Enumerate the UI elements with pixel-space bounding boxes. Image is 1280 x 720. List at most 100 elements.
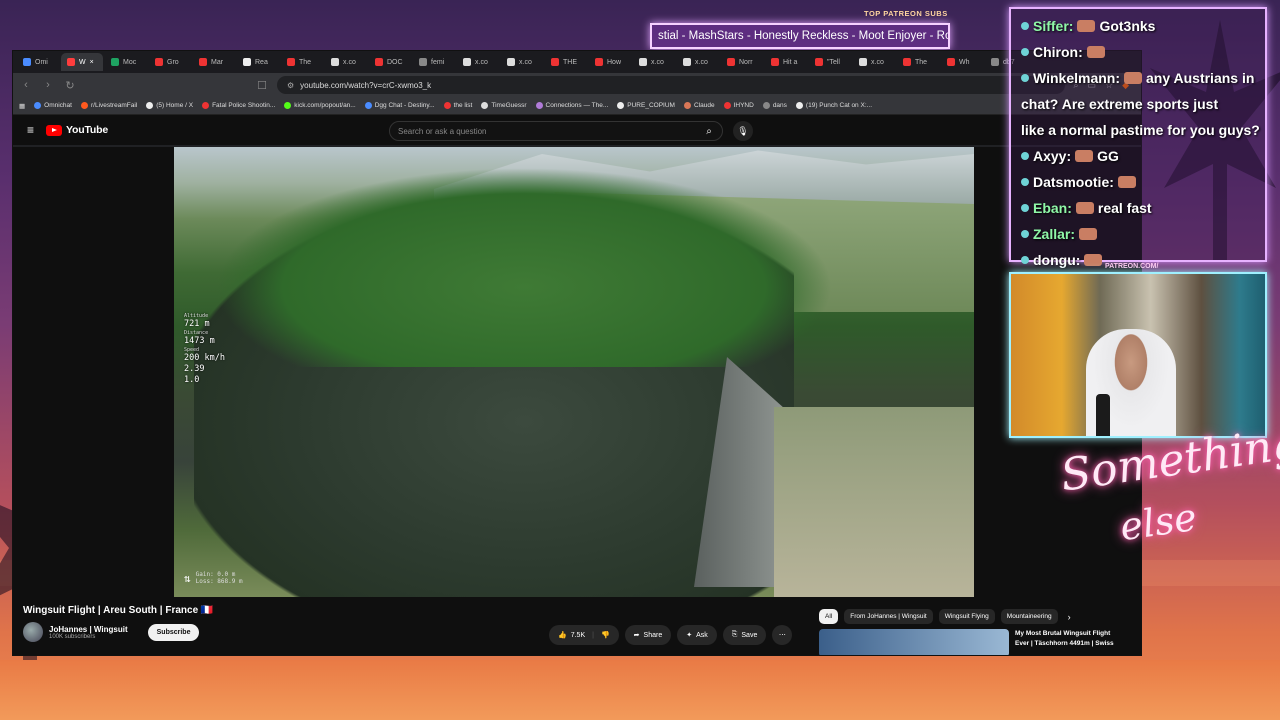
bookmark-item[interactable]: dans <box>762 102 787 109</box>
channel-name[interactable]: JoHannes | Wingsuit <box>49 625 128 634</box>
youtube-play-icon <box>46 124 63 136</box>
bookmark-icon <box>80 102 88 109</box>
bookmark-item[interactable]: Dgg Chat - Destiny... <box>364 102 435 109</box>
browser-tab[interactable]: Omi <box>17 53 59 71</box>
youtube-logo[interactable]: YouTube <box>46 124 108 136</box>
chat-username[interactable]: dongu: <box>1033 247 1080 273</box>
chat-username[interactable]: Winkelmann: <box>1033 65 1120 91</box>
bookmark-item[interactable]: Connections — The... <box>535 102 609 109</box>
browser-tab[interactable]: Norr <box>721 53 763 71</box>
chevron-right-icon[interactable]: › <box>1068 612 1071 622</box>
emote-icon <box>1075 202 1094 214</box>
browser-tab[interactable]: DOC <box>369 53 411 71</box>
bookmark-icon <box>683 102 691 109</box>
bookmark-icon <box>202 102 210 109</box>
like-button[interactable]: 👍 7.5K | 👎 <box>549 625 619 645</box>
search-icon[interactable]: ⌕ <box>696 122 722 140</box>
save-button[interactable]: ⎘ Save <box>722 625 767 645</box>
bookmark-label: Connections — The... <box>545 102 609 109</box>
browser-tab[interactable]: Moc <box>105 53 147 71</box>
bookmark-icon <box>364 102 372 109</box>
bookmark-item[interactable]: the list <box>443 102 472 109</box>
browser-tab[interactable]: The <box>897 53 939 71</box>
bookmark-item[interactable]: PURE_COPIUM <box>617 102 675 109</box>
bookmark-item[interactable]: r/LivestreamFail <box>80 102 137 109</box>
chat-username[interactable]: Chiron: <box>1033 39 1083 65</box>
thumbs-down-icon[interactable]: 👎 <box>601 631 610 639</box>
browser-tab[interactable]: x.co <box>633 53 675 71</box>
badge-icon <box>1021 256 1029 264</box>
browser-tab[interactable]: x.co <box>457 53 499 71</box>
recommended-title[interactable]: My Most Brutal Wingsuit Flight Ever | Tä… <box>1015 629 1125 655</box>
browser-tab[interactable]: W × <box>61 53 103 71</box>
browser-tab[interactable]: Gro <box>149 53 191 71</box>
chat-message: Chiron: <box>1021 39 1255 65</box>
channel-avatar[interactable] <box>23 622 43 642</box>
browser-tab[interactable]: x.co <box>677 53 719 71</box>
close-icon[interactable]: × <box>90 59 94 66</box>
bookmark-label: Fatal Police Shootin... <box>212 102 276 109</box>
bookmark-item[interactable]: TimeGuessr <box>481 102 527 109</box>
share-button[interactable]: ➦ Share <box>624 625 672 645</box>
bookmark-item[interactable]: Omnichat <box>34 102 72 109</box>
url-field[interactable]: ⚙ youtube.com/watch?v=crC-xwmo3_k <box>277 76 1066 94</box>
search-box: ⌕ <box>389 121 723 141</box>
filter-chip[interactable]: From JoHannes | Wingsuit <box>844 609 933 624</box>
tab-label: "Tell <box>827 58 840 66</box>
bookmark-item[interactable]: Fatal Police Shootin... <box>202 102 275 109</box>
back-icon[interactable]: ‹ <box>19 79 33 91</box>
chat-username[interactable]: Datsmootie: <box>1033 169 1114 195</box>
bookmark-item[interactable]: Claude <box>683 102 715 109</box>
browser-tab[interactable]: Rea <box>237 53 279 71</box>
bookmark-icon <box>284 102 292 109</box>
badge-icon <box>1021 178 1029 186</box>
badge-icon <box>1021 22 1029 30</box>
site-info-icon[interactable]: ⚙ <box>287 81 294 90</box>
bookmark-item[interactable]: IHYND <box>723 102 754 109</box>
browser-tab[interactable]: THE <box>545 53 587 71</box>
save-icon: ⎘ <box>731 631 738 638</box>
chat-username[interactable]: Zallar: <box>1033 221 1075 247</box>
filter-chip[interactable]: Wingsuit Flying <box>938 609 995 624</box>
browser-tab[interactable]: "Tell <box>809 53 851 71</box>
search-input[interactable] <box>390 126 696 136</box>
bookmark-item[interactable]: (5) Home / X <box>146 102 193 109</box>
more-button[interactable]: ⋯ <box>772 625 793 645</box>
bookmark-icon[interactable]: ☐ <box>255 79 269 92</box>
tab-favicon <box>507 58 515 66</box>
reload-icon[interactable]: ↻ <box>63 79 77 92</box>
emote-icon <box>1077 20 1096 32</box>
microphone-icon[interactable]: 🎙 <box>733 121 753 141</box>
menu-icon[interactable]: ≡ <box>27 123 34 137</box>
browser-tab[interactable]: x.co <box>853 53 895 71</box>
video-player[interactable]: Altitude 721 m Distance 1473 m Speed 200 km/h… <box>174 147 974 597</box>
emote-icon <box>1075 150 1094 162</box>
browser-tab[interactable]: The <box>281 53 323 71</box>
chat-username[interactable]: Axyy: <box>1033 143 1071 169</box>
filter-chip[interactable]: Mountaineering <box>1000 609 1058 624</box>
browser-tab[interactable]: Hit a <box>765 53 807 71</box>
browser-tab[interactable]: Mar <box>193 53 235 71</box>
emote-icon <box>1124 72 1142 84</box>
subscribe-button[interactable]: Subscribe <box>147 623 200 641</box>
ask-button[interactable]: ✦ Ask <box>677 625 717 645</box>
browser-tab[interactable]: femi <box>413 53 455 71</box>
browser-tab[interactable]: x.co <box>325 53 367 71</box>
patreon-ticker: stial - MashStars - Honestly Reckless - … <box>650 23 950 49</box>
browser-window: Omi W × Moc Gro Mar Rea The x.co DOC femi x.co x.co T… <box>12 50 1142 656</box>
bookmark-icon <box>795 102 803 109</box>
browser-tab[interactable]: How <box>589 53 631 71</box>
chat-username[interactable]: Eban: <box>1033 195 1072 221</box>
apps-icon[interactable]: ▦ <box>19 102 25 110</box>
forward-icon[interactable]: › <box>41 79 55 91</box>
browser-tab[interactable]: Wh <box>941 53 983 71</box>
filter-chip[interactable]: All <box>819 609 839 624</box>
chat-username[interactable]: Siffer: <box>1033 13 1073 39</box>
emote-icon <box>1086 46 1105 58</box>
recommended-video[interactable]: My Most Brutal Wingsuit Flight Ever | Tä… <box>819 629 1125 655</box>
sand-dunes <box>0 660 1280 720</box>
bookmark-item[interactable]: kick.com/popout/an... <box>284 102 356 109</box>
recommended-thumbnail[interactable] <box>819 629 1009 655</box>
bookmark-item[interactable]: (19) Punch Cat on X:... <box>795 102 872 109</box>
browser-tab[interactable]: x.co <box>501 53 543 71</box>
